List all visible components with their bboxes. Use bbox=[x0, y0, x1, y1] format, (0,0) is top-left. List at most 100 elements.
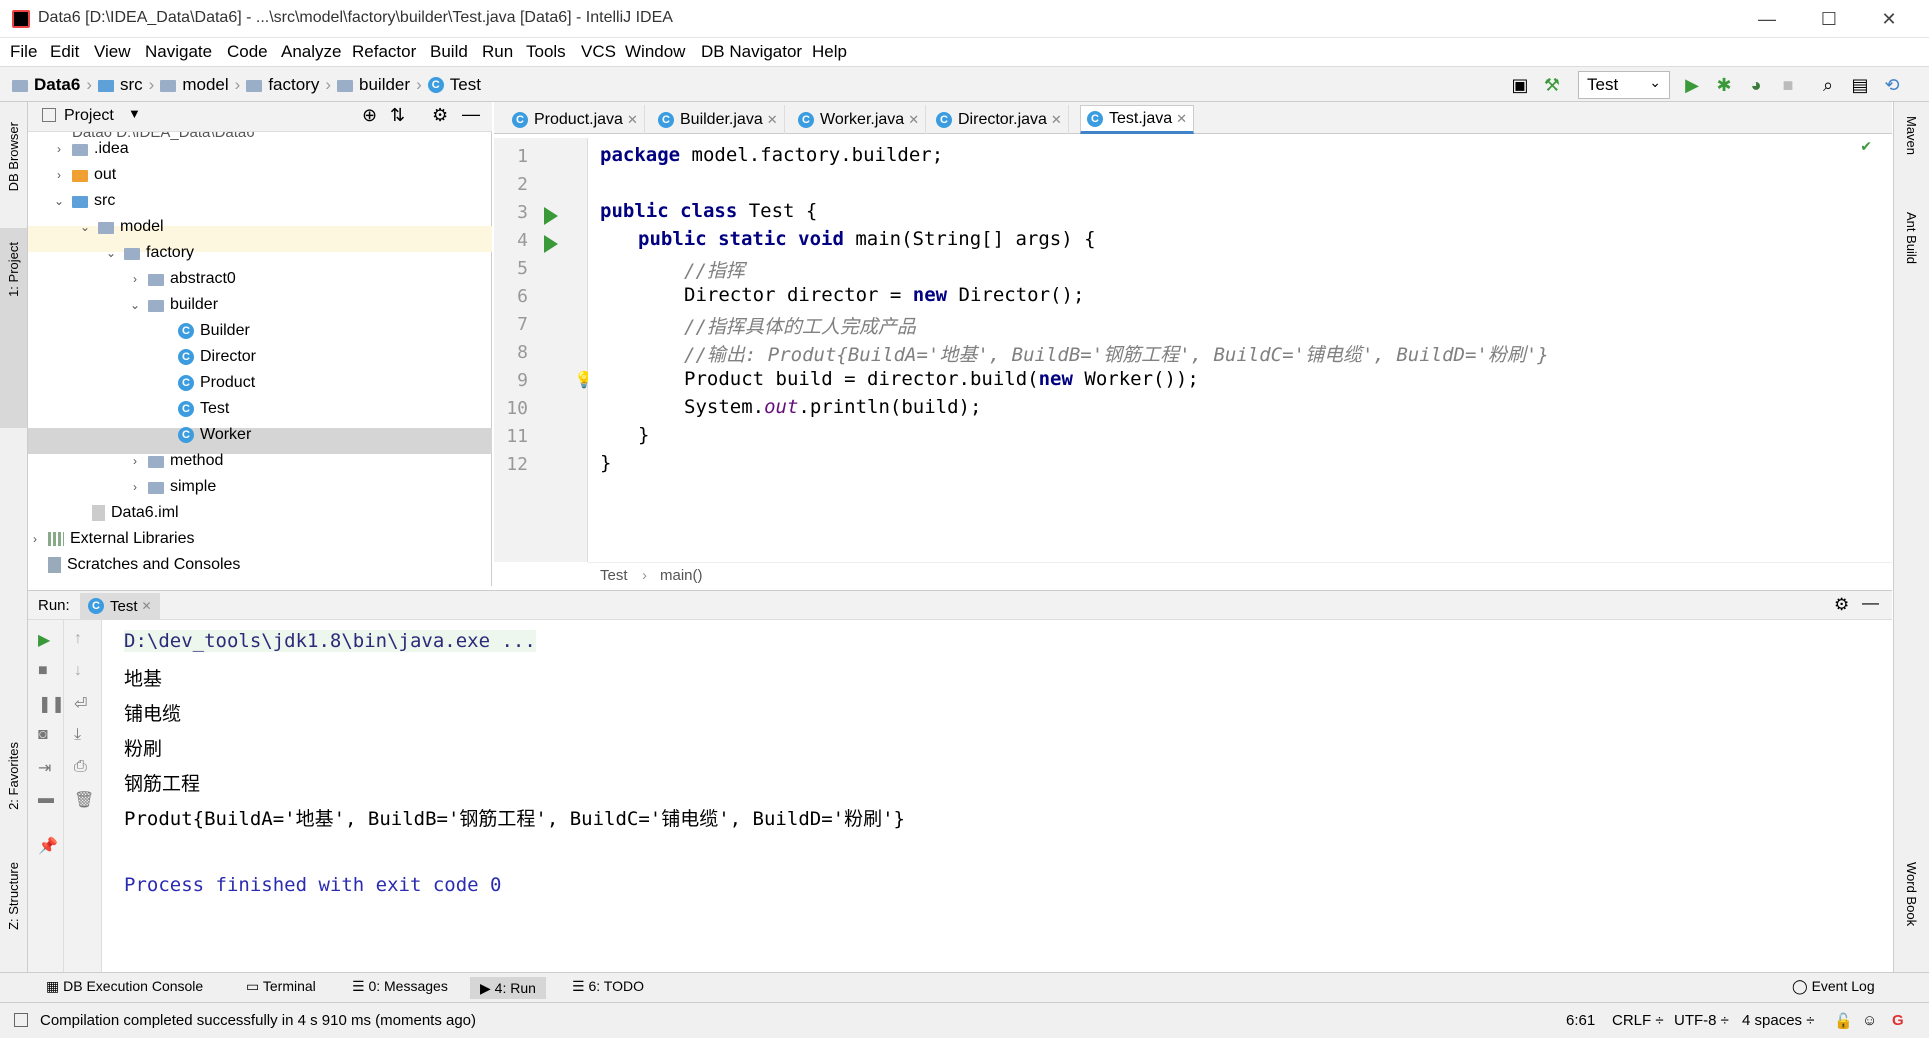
collapse-arrow-icon[interactable]: ⌄ bbox=[78, 220, 92, 234]
rerun-icon[interactable]: ▶ bbox=[38, 630, 50, 650]
tree-item-abstract0[interactable]: › abstract0 bbox=[128, 266, 236, 292]
menu-navigate[interactable]: Navigate bbox=[145, 42, 212, 62]
pause-icon[interactable]: ❚❚ bbox=[38, 694, 65, 714]
status-message[interactable]: Compilation completed successfully in 4 … bbox=[40, 1012, 476, 1029]
tree-item-factory[interactable]: ⌄ factory bbox=[104, 240, 194, 266]
expand-arrow-icon[interactable]: › bbox=[128, 454, 142, 468]
favorites-tool-button[interactable]: 2: Favorites bbox=[6, 742, 21, 810]
gear-icon[interactable]: ⚙ bbox=[432, 105, 448, 126]
google-icon[interactable]: G bbox=[1892, 1012, 1904, 1029]
expand-arrow-icon[interactable]: › bbox=[128, 272, 142, 286]
menu-db-navigator[interactable]: DB Navigator bbox=[701, 42, 802, 62]
caret-position[interactable]: 6:61 bbox=[1566, 1012, 1595, 1029]
down-arrow-icon[interactable]: ↓ bbox=[74, 662, 82, 680]
run-icon[interactable]: ▶ bbox=[1680, 73, 1704, 97]
tree-item-builder-class[interactable]: C Builder bbox=[178, 318, 250, 344]
run-configuration-select[interactable]: Test ⌄ bbox=[1578, 71, 1670, 99]
expand-arrow-icon[interactable]: › bbox=[52, 142, 66, 156]
hide-panel-icon[interactable]: — bbox=[462, 104, 480, 125]
exit-icon[interactable]: ⇥ bbox=[38, 758, 51, 778]
db-execution-console-tab[interactable]: ▦ DB Execution Console bbox=[46, 978, 203, 995]
menu-refactor[interactable]: Refactor bbox=[352, 42, 416, 62]
minimize-button[interactable]: — bbox=[1744, 4, 1790, 34]
print-icon[interactable]: ⎙ bbox=[74, 758, 87, 776]
menu-tools[interactable]: Tools bbox=[526, 42, 566, 62]
search-icon[interactable]: ⌕ bbox=[1816, 73, 1840, 97]
expand-arrow-icon[interactable]: › bbox=[128, 480, 142, 494]
tree-item-director[interactable]: C Director bbox=[178, 344, 256, 370]
trash-icon[interactable]: 🗑 bbox=[74, 790, 94, 810]
menu-edit[interactable]: Edit bbox=[50, 42, 79, 62]
tree-item-model[interactable]: ⌄ model bbox=[78, 214, 164, 240]
expand-arrow-icon[interactable]: › bbox=[52, 168, 66, 182]
inspection-ok-icon[interactable]: ✔ bbox=[1860, 138, 1872, 155]
structure-tool-button[interactable]: Z: Structure bbox=[6, 862, 21, 930]
crumb-factory[interactable]: factory bbox=[268, 75, 319, 95]
menu-build[interactable]: Build bbox=[430, 42, 468, 62]
console-output[interactable]: D:\dev_tools\jdk1.8\bin\java.exe ... 地基 … bbox=[102, 620, 1892, 972]
tree-item-external-libraries[interactable]: › External Libraries bbox=[28, 526, 195, 552]
pin-icon[interactable]: 📌 bbox=[38, 836, 58, 856]
ant-build-tool-button[interactable]: Ant Build bbox=[1904, 212, 1919, 264]
menu-run[interactable]: Run bbox=[482, 42, 513, 62]
tree-item-iml[interactable]: Data6.iml bbox=[92, 500, 179, 526]
crumb-builder[interactable]: builder bbox=[359, 75, 410, 95]
project-tool-button[interactable]: 1: Project bbox=[6, 242, 21, 297]
tab-director-java[interactable]: C Director.java ✕ bbox=[930, 105, 1069, 134]
collapse-all-icon[interactable]: ⇅ bbox=[390, 105, 405, 126]
scroll-to-end-icon[interactable]: ⤓ bbox=[74, 726, 81, 744]
maven-tool-button[interactable]: Maven bbox=[1904, 116, 1919, 155]
run-gutter-icon[interactable] bbox=[544, 207, 558, 225]
soft-wrap-icon[interactable]: ⏎ bbox=[74, 694, 87, 714]
db-browser-tool-button[interactable]: DB Browser bbox=[6, 122, 21, 191]
terminal-tab[interactable]: ▭ Terminal bbox=[246, 978, 316, 995]
menu-code[interactable]: Code bbox=[227, 42, 268, 62]
collapse-arrow-icon[interactable]: ⌄ bbox=[128, 298, 142, 312]
hide-panel-icon[interactable]: — bbox=[1862, 593, 1879, 613]
collapse-arrow-icon[interactable]: ⌄ bbox=[52, 194, 66, 208]
debug-icon[interactable]: ✱ bbox=[1712, 73, 1736, 97]
menu-vcs[interactable]: VCS bbox=[581, 42, 616, 62]
stop-icon[interactable]: ■ bbox=[1776, 73, 1800, 97]
crumb-test[interactable]: Test bbox=[450, 75, 481, 95]
editor-crumb-class[interactable]: Test bbox=[600, 567, 628, 584]
menu-window[interactable]: Window bbox=[625, 42, 685, 62]
crumb-src[interactable]: src bbox=[120, 75, 143, 95]
code-editor[interactable]: package model.factory.builder; public cl… bbox=[588, 138, 1880, 562]
tab-worker-java[interactable]: C Worker.java ✕ bbox=[792, 105, 927, 134]
close-tab-icon[interactable]: ✕ bbox=[1051, 112, 1062, 128]
build-hammer-icon[interactable]: ⚒ bbox=[1540, 73, 1564, 97]
close-tab-icon[interactable]: ✕ bbox=[1176, 111, 1187, 127]
maximize-button[interactable]: ☐ bbox=[1806, 4, 1852, 34]
lock-icon[interactable]: 🔓 bbox=[1834, 1012, 1853, 1030]
close-button[interactable]: ✕ bbox=[1866, 4, 1912, 34]
chevron-down-icon[interactable]: ▼ bbox=[128, 106, 141, 121]
crumb-model[interactable]: model bbox=[182, 75, 228, 95]
tree-item-scratches[interactable]: Scratches and Consoles bbox=[48, 552, 240, 578]
tree-item-simple[interactable]: › simple bbox=[128, 474, 216, 500]
run-tool-tab[interactable]: ▶ 4: Run bbox=[470, 977, 546, 999]
project-structure-icon[interactable]: ▤ bbox=[1848, 73, 1872, 97]
tree-item-method[interactable]: › method bbox=[128, 448, 223, 474]
project-view-select[interactable]: Project bbox=[64, 107, 114, 125]
coverage-icon[interactable]: ◕ bbox=[1744, 73, 1768, 97]
line-separator[interactable]: CRLF ÷ bbox=[1612, 1012, 1664, 1029]
collapse-arrow-icon[interactable]: ⌄ bbox=[104, 246, 118, 260]
todo-tab[interactable]: ☰ 6: TODO bbox=[572, 978, 644, 995]
event-log-tab[interactable]: ◯ Event Log bbox=[1792, 978, 1875, 995]
file-encoding[interactable]: UTF-8 ÷ bbox=[1674, 1012, 1729, 1029]
translate-icon[interactable]: ⟲ bbox=[1880, 73, 1904, 97]
close-tab-icon[interactable]: ✕ bbox=[908, 112, 919, 128]
menu-help[interactable]: Help bbox=[812, 42, 847, 62]
tree-item-builder[interactable]: ⌄ builder bbox=[128, 292, 218, 318]
word-book-tool-button[interactable]: Word Book bbox=[1904, 862, 1919, 926]
messages-tab[interactable]: ☰ 0: Messages bbox=[352, 978, 448, 995]
locate-icon[interactable]: ⊕ bbox=[362, 105, 377, 126]
close-tab-icon[interactable]: ✕ bbox=[767, 112, 778, 128]
stop-icon[interactable]: ■ bbox=[38, 662, 48, 680]
expand-arrow-icon[interactable]: › bbox=[28, 532, 42, 546]
layout-icon[interactable]: ▬ bbox=[38, 790, 54, 808]
camera-icon[interactable]: ◙ bbox=[38, 726, 48, 744]
tab-builder-java[interactable]: C Builder.java ✕ bbox=[652, 105, 785, 134]
layout-icon[interactable]: ▣ bbox=[1508, 73, 1532, 97]
